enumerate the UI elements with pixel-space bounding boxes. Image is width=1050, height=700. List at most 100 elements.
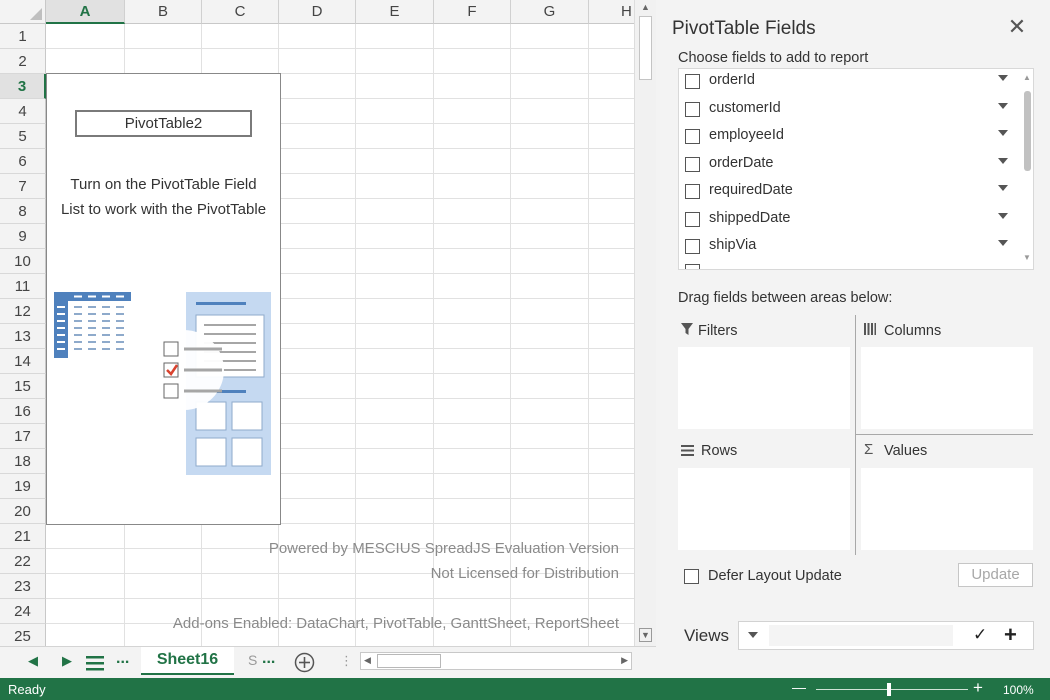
zoom-slider[interactable] xyxy=(816,689,968,690)
watermark-line2: Not Licensed for Distribution xyxy=(430,565,619,582)
field-dropdown-icon[interactable] xyxy=(998,102,1008,109)
row-header-1[interactable]: 1 xyxy=(0,24,46,49)
row-header-22[interactable]: 22 xyxy=(0,549,46,574)
filters-drop-zone[interactable] xyxy=(678,347,850,429)
tab-splitter-icon[interactable]: ⋮ xyxy=(340,653,353,669)
row-header-5[interactable]: 5 xyxy=(0,124,46,149)
field-row-partial[interactable] xyxy=(679,259,1019,269)
row-header-8[interactable]: 8 xyxy=(0,199,46,224)
spreadsheet-grid[interactable]: A B C D E F G H 1 2 3 4 5 6 7 8 9 10 11 12 13 14 15 16 1… xyxy=(0,0,634,646)
field-checkbox[interactable] xyxy=(685,211,700,227)
column-header-d[interactable]: D xyxy=(279,0,356,24)
tab-next-partial[interactable]: S xyxy=(248,652,257,668)
scroll-up-icon[interactable]: ▲ xyxy=(639,2,652,12)
field-checkbox[interactable] xyxy=(685,101,700,117)
column-header-e[interactable]: E xyxy=(356,0,434,24)
values-drop-zone[interactable] xyxy=(861,468,1033,550)
tab-sheet16[interactable]: Sheet16 xyxy=(141,647,234,675)
field-dropdown-icon[interactable] xyxy=(998,212,1008,219)
column-header-b[interactable]: B xyxy=(125,0,202,24)
add-sheet-icon[interactable] xyxy=(294,652,315,673)
views-name-input[interactable] xyxy=(769,625,953,646)
field-list-scroll-up-icon[interactable]: ▲ xyxy=(1023,73,1031,82)
row-header-19[interactable]: 19 xyxy=(0,474,46,499)
row-header-17[interactable]: 17 xyxy=(0,424,46,449)
field-checkbox[interactable] xyxy=(685,264,700,269)
field-row-customerid[interactable]: customerId xyxy=(679,97,1019,124)
zoom-out-button[interactable]: — xyxy=(792,679,806,695)
save-view-check-icon[interactable]: ✓ xyxy=(973,625,987,645)
scroll-down-icon[interactable]: ▼ xyxy=(639,628,652,642)
field-checkbox[interactable] xyxy=(685,156,700,172)
row-header-15[interactable]: 15 xyxy=(0,374,46,399)
row-header-10[interactable]: 10 xyxy=(0,249,46,274)
row-header-4[interactable]: 4 xyxy=(0,99,46,124)
field-dropdown-icon[interactable] xyxy=(998,240,1008,246)
field-checkbox[interactable] xyxy=(685,239,700,254)
row-header-13[interactable]: 13 xyxy=(0,324,46,349)
add-view-plus-icon[interactable]: + xyxy=(1004,622,1017,648)
field-row-orderdate[interactable]: orderDate xyxy=(679,152,1019,179)
row-header-7[interactable]: 7 xyxy=(0,174,46,199)
zoom-level[interactable]: 100% xyxy=(1003,683,1034,697)
zoom-in-button[interactable]: + xyxy=(973,678,983,698)
field-list[interactable]: orderId customerId employeeId orderDate requ… xyxy=(678,68,1034,270)
field-checkbox[interactable] xyxy=(685,129,700,144)
vertical-scrollbar[interactable]: ▲ ▼ xyxy=(634,0,656,646)
row-header-14[interactable]: 14 xyxy=(0,349,46,374)
row-header-9[interactable]: 9 xyxy=(0,224,46,249)
tab-overflow-left[interactable]: ... xyxy=(116,650,129,668)
column-header-h[interactable]: H xyxy=(589,0,634,24)
field-dropdown-icon[interactable] xyxy=(998,185,1008,191)
row-header-2[interactable]: 2 xyxy=(0,49,46,74)
row-header-25[interactable]: 25 xyxy=(0,624,46,646)
rows-drop-zone[interactable] xyxy=(678,468,850,550)
row-header-12[interactable]: 12 xyxy=(0,299,46,324)
pivot-table-placeholder[interactable]: PivotTable2 Turn on the PivotTable Field… xyxy=(46,73,281,525)
field-list-scrollbar[interactable]: ▲ ▼ xyxy=(1021,69,1033,269)
field-name: orderId xyxy=(709,72,755,88)
tab-overflow-right[interactable]: ... xyxy=(262,650,275,668)
row-header-18[interactable]: 18 xyxy=(0,449,46,474)
column-header-c[interactable]: C xyxy=(202,0,279,24)
field-checkbox[interactable] xyxy=(685,184,700,199)
row-header-24[interactable]: 24 xyxy=(0,599,46,624)
field-dropdown-icon[interactable] xyxy=(998,157,1008,164)
row-header-3[interactable]: 3 xyxy=(0,74,46,99)
update-button[interactable]: Update xyxy=(958,563,1033,587)
views-dropdown-icon[interactable] xyxy=(748,632,758,638)
scroll-left-icon[interactable]: ◀ xyxy=(364,655,371,666)
field-dropdown-icon[interactable] xyxy=(998,130,1008,136)
field-row-orderid[interactable]: orderId xyxy=(679,69,1019,96)
defer-layout-checkbox[interactable] xyxy=(684,569,699,584)
field-dropdown-icon[interactable] xyxy=(998,75,1008,81)
field-list-scroll-thumb[interactable] xyxy=(1024,91,1031,171)
column-header-f[interactable]: F xyxy=(434,0,511,24)
select-all-corner[interactable] xyxy=(0,0,46,24)
zoom-slider-thumb[interactable] xyxy=(887,683,891,696)
column-header-a[interactable]: A xyxy=(46,0,125,24)
horizontal-scroll-thumb[interactable] xyxy=(377,654,441,668)
scroll-right-icon[interactable]: ▶ xyxy=(621,655,628,666)
columns-drop-zone[interactable] xyxy=(861,347,1033,429)
horizontal-scrollbar[interactable]: ◀ ▶ xyxy=(360,652,632,670)
field-row-requireddate[interactable]: requiredDate xyxy=(679,179,1019,206)
views-selector[interactable]: ✓ + xyxy=(738,621,1034,650)
row-header-21[interactable]: 21 xyxy=(0,524,46,549)
vertical-scroll-thumb[interactable] xyxy=(639,16,652,80)
row-header-6[interactable]: 6 xyxy=(0,149,46,174)
row-header-16[interactable]: 16 xyxy=(0,399,46,424)
row-header-23[interactable]: 23 xyxy=(0,574,46,599)
field-row-shippeddate[interactable]: shippedDate xyxy=(679,207,1019,234)
field-list-scroll-down-icon[interactable]: ▼ xyxy=(1023,253,1031,262)
tab-scroll-left-icon[interactable]: ◀ xyxy=(28,653,38,669)
field-checkbox[interactable] xyxy=(685,74,700,89)
field-row-employeeid[interactable]: employeeId xyxy=(679,124,1019,151)
column-header-g[interactable]: G xyxy=(511,0,589,24)
tab-scroll-right-icon[interactable]: ▶ xyxy=(62,653,72,669)
field-row-shipvia[interactable]: shipVia xyxy=(679,234,1019,261)
row-header-11[interactable]: 11 xyxy=(0,274,46,299)
row-header-20[interactable]: 20 xyxy=(0,499,46,524)
close-icon[interactable]: ✕ xyxy=(1006,14,1028,40)
all-sheets-menu-icon[interactable] xyxy=(86,655,104,671)
